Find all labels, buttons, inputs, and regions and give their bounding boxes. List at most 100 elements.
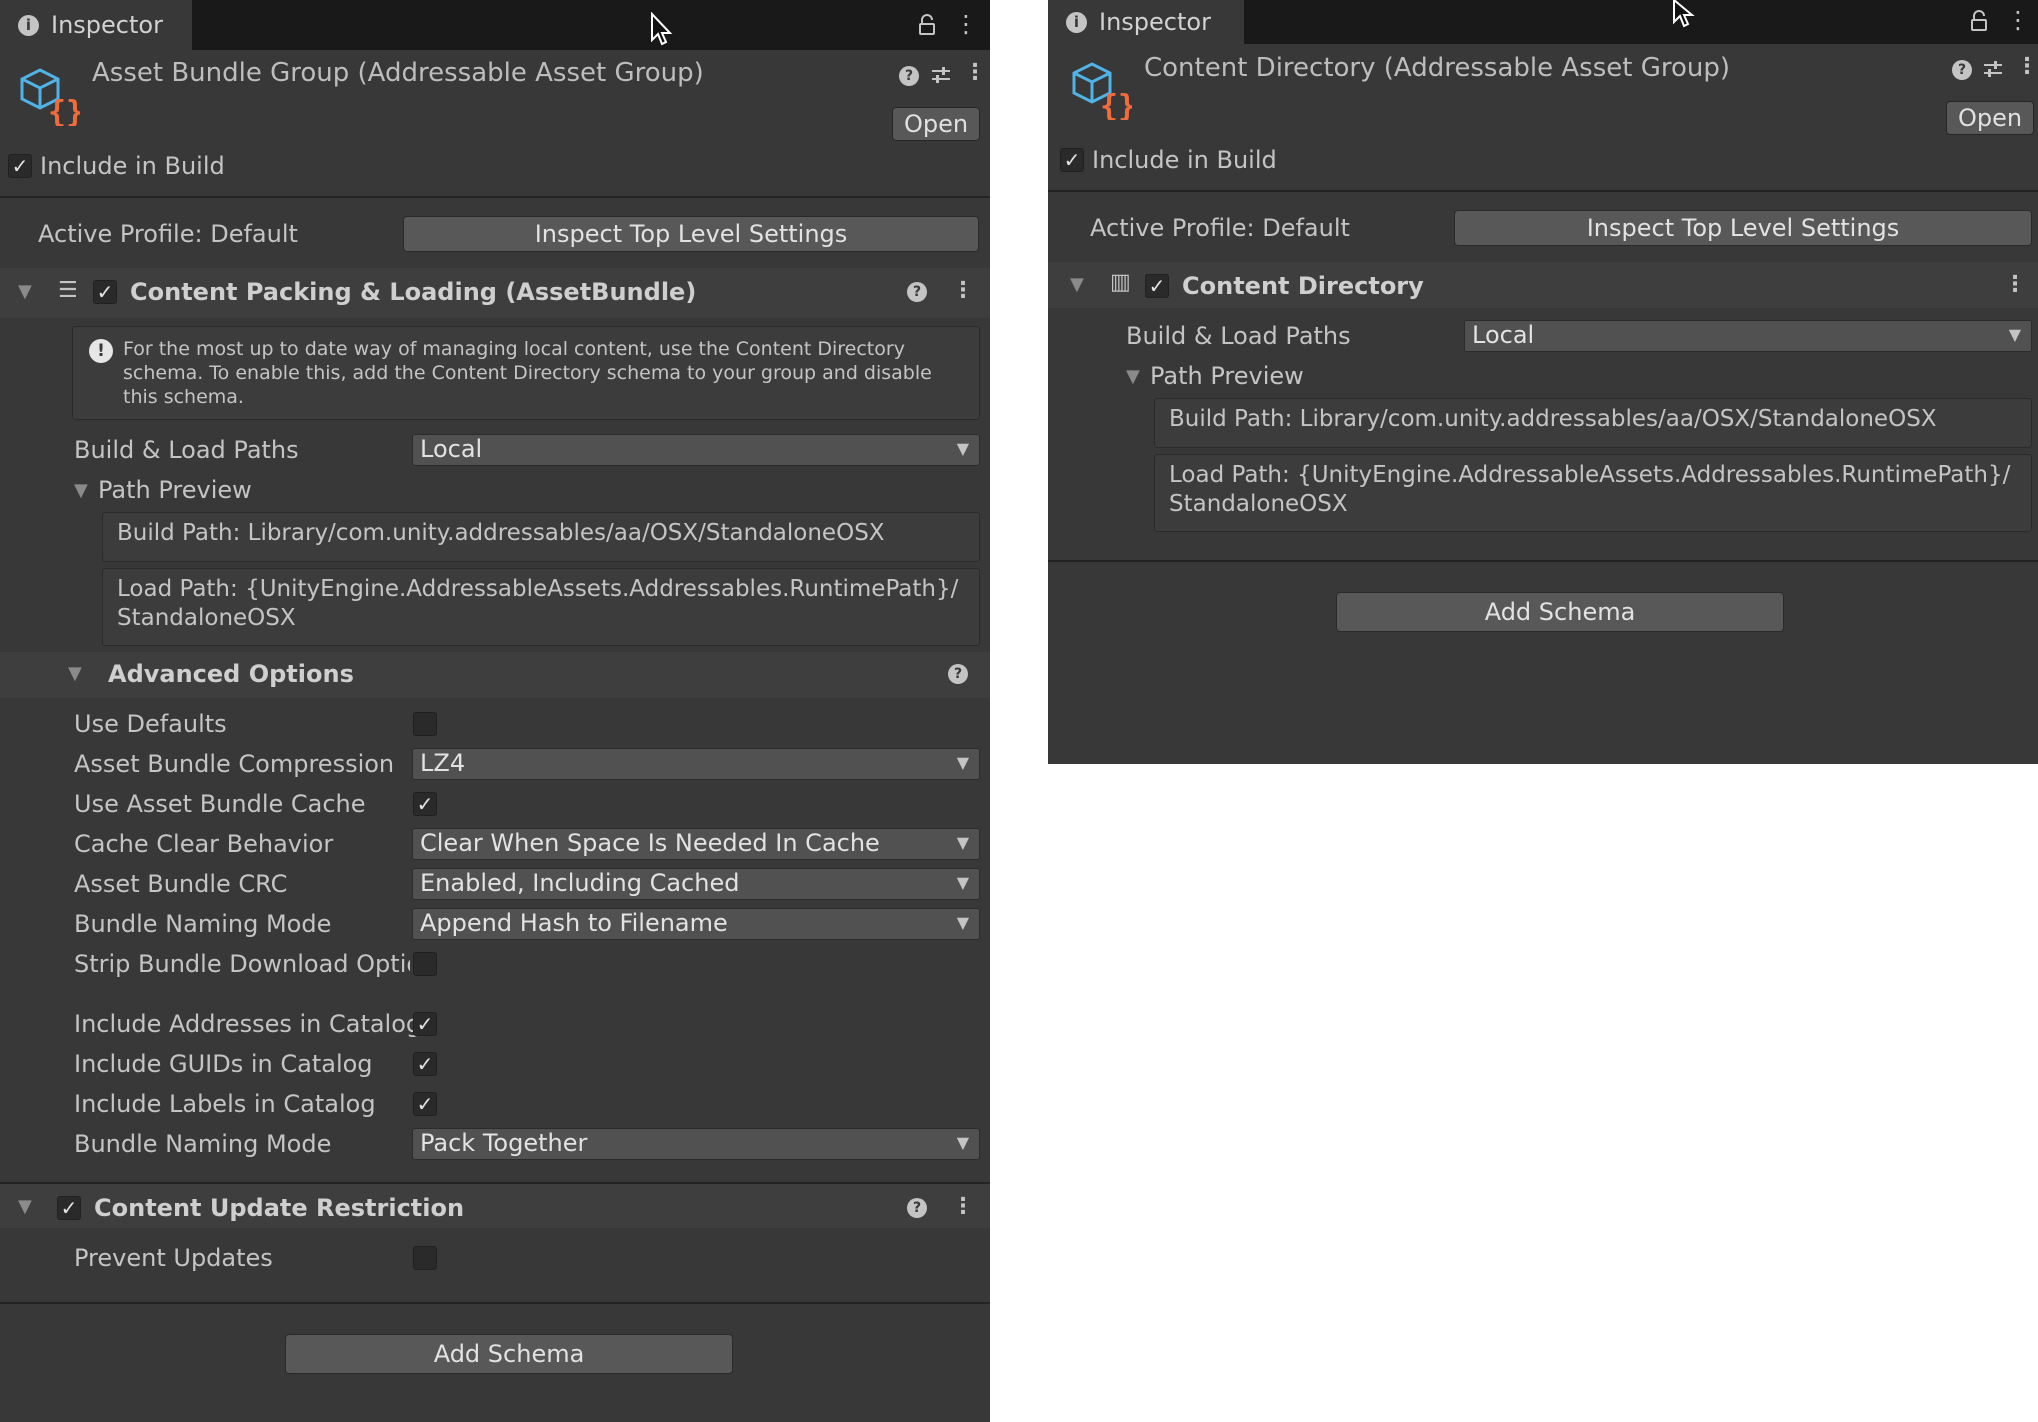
lock-icon[interactable] [1970,10,1988,32]
inspector-panel-left: i Inspector ⋮ {} Asset Bundle Group (Add… [0,0,990,1422]
use-cache-checkbox[interactable]: ✓ [413,792,437,816]
divider [0,196,990,198]
kebab-menu-icon[interactable]: ⋮ [952,1194,974,1219]
divider [0,1302,990,1304]
inspector-panel-right: i Inspector ⋮ {} Content Directory (Addr… [1048,0,2038,764]
foldout-arrow-icon[interactable]: ▼ [18,281,32,302]
tab-bar: i Inspector ⋮ [1048,0,2038,44]
content-directory-enabled-checkbox[interactable]: ✓ [1145,274,1169,298]
schema-icon: ▥ [1110,270,1131,295]
dropdown-value: LZ4 [420,749,466,777]
content-update-restriction-title: Content Update Restriction [94,1194,465,1222]
addressable-group-icon: {} [20,68,80,126]
include-addresses-label: Include Addresses in Catalog [74,1010,422,1038]
divider [1048,190,2038,192]
strip-download-options-checkbox[interactable] [413,952,437,976]
compression-label: Asset Bundle Compression [74,750,395,778]
inspect-top-level-settings-button[interactable]: Inspect Top Level Settings [1454,210,2032,246]
build-load-paths-label: Build & Load Paths [1126,322,1351,350]
kebab-menu-icon[interactable]: ⋮ [954,10,978,38]
include-addresses-checkbox[interactable]: ✓ [413,1012,437,1036]
kebab-menu-icon[interactable]: ⋮ [2006,6,2030,34]
content-directory-title: Content Directory [1182,272,1424,300]
use-defaults-checkbox[interactable] [413,712,437,736]
path-preview-foldout-icon[interactable]: ▼ [1126,366,1140,387]
add-schema-button[interactable]: Add Schema [285,1334,733,1374]
tab-bar: i Inspector ⋮ [0,0,990,50]
kebab-menu-icon[interactable]: ⋮ [964,60,986,85]
kebab-menu-icon[interactable]: ⋮ [2016,54,2038,79]
header-title: Asset Bundle Group (Addressable Asset Gr… [92,58,704,88]
tab-inspector[interactable]: i Inspector [1048,0,1244,44]
path-preview-label[interactable]: Path Preview [98,476,252,504]
include-in-build-label: Include in Build [40,152,225,180]
info-icon: i [1066,11,1087,33]
build-load-paths-dropdown[interactable]: Local ▼ [412,434,980,466]
bundle-naming-label: Bundle Naming Mode [74,910,332,938]
include-in-build-checkbox[interactable]: ✓ [1060,148,1084,172]
dropdown-arrow-icon: ▼ [956,873,969,892]
build-path-field: Build Path: Library/com.unity.addressabl… [1154,398,2032,448]
help-text: For the most up to date way of managing … [123,338,932,408]
inspect-top-level-settings-button[interactable]: Inspect Top Level Settings [403,216,979,252]
open-button[interactable]: Open [892,107,980,141]
schema-icon: ☰ [58,278,78,303]
crc-label: Asset Bundle CRC [74,870,288,898]
prevent-updates-checkbox[interactable] [413,1246,437,1270]
dropdown-arrow-icon: ▼ [956,439,969,458]
path-preview-foldout-icon[interactable]: ▼ [74,480,88,501]
header-title: Content Directory (Addressable Asset Gro… [1144,53,1731,83]
load-path-field: Load Path: {UnityEngine.AddressableAsset… [102,568,980,646]
advanced-options-title: Advanced Options [108,660,354,688]
dropdown-value: Append Hash to Filename [420,909,728,937]
content-update-restriction-checkbox[interactable]: ✓ [57,1196,81,1220]
divider [1048,560,2038,562]
build-path-field: Build Path: Library/com.unity.addressabl… [102,512,980,562]
include-in-build-checkbox[interactable]: ✓ [8,154,32,178]
build-load-paths-label: Build & Load Paths [74,436,299,464]
warning-info-icon: ! [89,339,113,363]
kebab-menu-icon[interactable]: ⋮ [2004,272,2026,297]
cache-clear-dropdown[interactable]: Clear When Space Is Needed In Cache ▼ [412,828,980,860]
dropdown-arrow-icon: ▼ [956,1133,969,1152]
dropdown-arrow-icon: ▼ [956,913,969,932]
compression-dropdown[interactable]: LZ4 ▼ [412,748,980,780]
crc-dropdown[interactable]: Enabled, Including Cached ▼ [412,868,980,900]
load-path-field: Load Path: {UnityEngine.AddressableAsset… [1154,454,2032,532]
dropdown-arrow-icon: ▼ [956,833,969,852]
sliders-icon[interactable] [1982,58,2004,80]
tab-label: Inspector [51,11,163,39]
include-guids-checkbox[interactable]: ✓ [413,1052,437,1076]
active-profile-label: Active Profile: Default [1090,214,1350,242]
bundle-naming-dropdown[interactable]: Append Hash to Filename ▼ [412,908,980,940]
active-profile-label: Active Profile: Default [38,220,298,248]
help-icon[interactable]: ? [948,664,968,684]
foldout-arrow-icon[interactable]: ▼ [18,1196,32,1217]
help-icon[interactable]: ? [1952,60,1972,80]
dropdown-value: Enabled, Including Cached [420,869,740,897]
bundle-naming-label-2: Bundle Naming Mode [74,1130,332,1158]
include-labels-checkbox[interactable]: ✓ [413,1092,437,1116]
kebab-menu-icon[interactable]: ⋮ [952,278,974,303]
lock-icon[interactable] [918,14,936,36]
include-guids-label: Include GUIDs in Catalog [74,1050,373,1078]
prevent-updates-label: Prevent Updates [74,1244,273,1272]
sliders-icon[interactable] [930,64,952,86]
svg-text:{}: {} [1100,89,1132,120]
help-icon[interactable]: ? [899,66,919,86]
path-preview-label[interactable]: Path Preview [1150,362,1304,390]
tab-inspector[interactable]: i Inspector [0,0,192,50]
content-packing-enabled-checkbox[interactable]: ✓ [93,280,117,304]
info-help-box: ! For the most up to date way of managin… [72,326,980,420]
build-load-paths-dropdown[interactable]: Local ▼ [1464,320,2032,352]
dropdown-arrow-icon: ▼ [2008,325,2021,344]
add-schema-button[interactable]: Add Schema [1336,592,1784,632]
help-icon[interactable]: ? [907,282,927,302]
info-icon: i [18,14,39,36]
foldout-arrow-icon[interactable]: ▼ [1070,274,1084,295]
help-icon[interactable]: ? [907,1198,927,1218]
addressable-group-icon: {} [1072,62,1132,120]
open-button[interactable]: Open [1946,101,2034,135]
bundle-naming-dropdown-2[interactable]: Pack Together ▼ [412,1128,980,1160]
foldout-arrow-icon[interactable]: ▼ [68,663,82,684]
